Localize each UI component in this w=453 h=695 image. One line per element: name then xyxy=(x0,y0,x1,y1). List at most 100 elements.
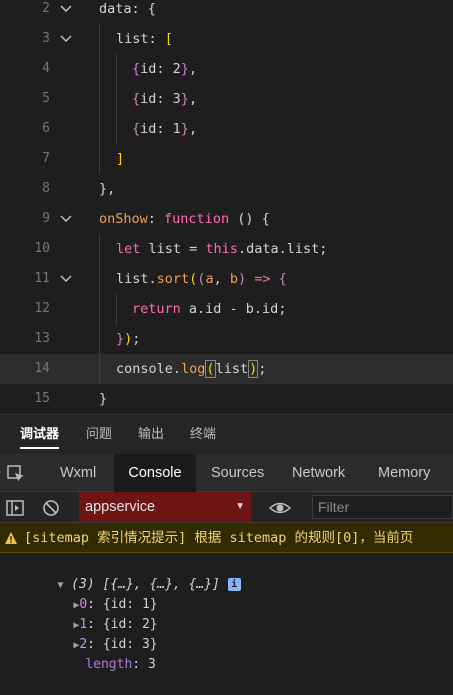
code-token: ; xyxy=(132,331,141,347)
code-line[interactable]: 8 }, xyxy=(0,174,453,204)
code-line[interactable]: 2 data: { xyxy=(0,0,453,24)
code-token: : xyxy=(147,211,165,227)
code-token: a xyxy=(205,271,214,287)
code-line[interactable]: 9 onShow: function () { xyxy=(0,204,453,234)
code-line[interactable]: 15 } xyxy=(0,384,453,414)
code-token: id xyxy=(140,91,157,107)
code-line[interactable]: 13 }); xyxy=(0,324,453,354)
code-token: this xyxy=(205,241,238,257)
line-number: 5 xyxy=(42,91,50,106)
array-length-row: length: 3 xyxy=(85,657,156,672)
code-token: ] xyxy=(116,151,125,167)
tab-console[interactable]: Console xyxy=(114,454,196,492)
code-token: : 1 xyxy=(156,121,181,137)
array-summary-row[interactable]: ▼ (3) [{…}, {…}, {…}] i xyxy=(26,555,241,592)
code-line[interactable]: 11 list.sort((a, b) => { xyxy=(0,264,453,294)
toggle-sidebar-icon[interactable] xyxy=(5,498,25,518)
context-select[interactable]: appservice ▼ xyxy=(79,492,251,522)
code-token: : { xyxy=(131,1,156,17)
inspect-element-icon[interactable] xyxy=(6,464,26,484)
code-token: } xyxy=(180,91,189,107)
code-token: { xyxy=(278,271,287,287)
line-number: 7 xyxy=(42,151,50,166)
indent-guide xyxy=(99,354,100,384)
tab-wxml[interactable]: Wxml xyxy=(60,454,96,492)
info-icon[interactable]: i xyxy=(227,578,241,591)
console-toolbar: appservice ▼ Filter xyxy=(0,492,453,523)
code-token: b xyxy=(229,271,238,287)
line-number: 15 xyxy=(34,391,50,406)
code-token: ) xyxy=(237,271,247,287)
indent-guide xyxy=(99,144,100,174)
fold-chevron-icon[interactable] xyxy=(60,3,72,15)
caret-down-icon: ▼ xyxy=(235,501,245,512)
tab-terminal[interactable]: 终端 xyxy=(190,415,216,455)
code-token: list = xyxy=(140,241,206,257)
code-token: id xyxy=(140,61,157,77)
line-number: 8 xyxy=(42,181,50,196)
code-token: : xyxy=(148,31,165,47)
warning-icon xyxy=(4,531,18,545)
fold-chevron-icon[interactable] xyxy=(60,273,72,285)
line-number: 6 xyxy=(42,121,50,136)
code-token: function xyxy=(164,211,230,227)
eye-icon[interactable] xyxy=(268,498,292,518)
code-token: }, xyxy=(99,181,116,197)
tab-network[interactable]: Network xyxy=(292,454,345,492)
code-token: ( xyxy=(205,360,216,378)
code-token: } xyxy=(180,121,189,137)
code-line[interactable]: 3 list: [ xyxy=(0,24,453,54)
console-warning-row[interactable]: [sitemap 索引情况提示] 根据 sitemap 的规则[0]，当前页 xyxy=(0,523,453,553)
tab-debugger[interactable]: 调试器 xyxy=(20,415,60,455)
filter-input[interactable]: Filter xyxy=(312,495,453,519)
line-number: 2 xyxy=(42,1,50,16)
array-item-row[interactable]: ▶0: {id: 1} xyxy=(42,575,157,612)
line-number: 3 xyxy=(42,31,50,46)
indent-guide xyxy=(116,114,117,144)
tab-memory[interactable]: Memory xyxy=(378,454,430,492)
code-line[interactable]: 4 {id: 2}, xyxy=(0,54,453,84)
code-token: sort xyxy=(156,271,190,287)
fold-chevron-icon[interactable] xyxy=(60,33,72,45)
code-token: list xyxy=(116,31,149,47)
code-line[interactable]: 7 ] xyxy=(0,144,453,174)
indent-guide xyxy=(116,294,117,324)
indent-guide xyxy=(116,84,117,114)
panel-tab-bar: 调试器 问题 输出 终端 xyxy=(0,414,453,454)
line-number: 12 xyxy=(34,301,50,316)
line-number: 11 xyxy=(34,271,50,286)
code-token: } xyxy=(116,331,125,347)
array-item-row[interactable]: ▶2: {id: 3} xyxy=(42,615,157,652)
code-line[interactable]: 10 let list = this.data.list; xyxy=(0,234,453,264)
indent-guide xyxy=(99,324,100,354)
code-token: () { xyxy=(229,211,270,227)
code-token: ; xyxy=(258,361,267,377)
code-line[interactable]: 12 return a.id - b.id; xyxy=(0,294,453,324)
indent-guide xyxy=(99,84,100,114)
code-token: data xyxy=(99,1,132,17)
indent-guide xyxy=(99,264,100,294)
indent-guide xyxy=(99,294,100,324)
code-line[interactable]: 6 {id: 1}, xyxy=(0,114,453,144)
indent-guide xyxy=(99,234,100,264)
line-number: 4 xyxy=(42,61,50,76)
code-token: ) xyxy=(248,360,259,378)
clear-console-icon[interactable] xyxy=(41,498,61,518)
code-line-active[interactable]: 14 console.log(list); xyxy=(0,354,453,384)
code-token: a.id - b.id; xyxy=(180,301,287,317)
tab-output[interactable]: 输出 xyxy=(138,415,164,455)
tab-problems[interactable]: 问题 xyxy=(86,415,112,455)
tab-sources[interactable]: Sources xyxy=(211,454,264,492)
code-token: log xyxy=(181,361,206,377)
fold-chevron-icon[interactable] xyxy=(60,213,72,225)
code-line[interactable]: 5 {id: 3}, xyxy=(0,84,453,114)
array-length-value: 3 xyxy=(147,657,156,672)
code-token: return xyxy=(132,301,181,317)
code-token: { xyxy=(132,91,141,107)
code-token: onShow xyxy=(99,211,148,227)
code-editor[interactable]: 2 data: { 3 list: [ 4 {id: 2}, 5 {id: 3}… xyxy=(0,0,453,414)
array-item-row[interactable]: ▶1: {id: 2} xyxy=(42,595,157,632)
indent-guide xyxy=(99,24,100,54)
array-length-key: length xyxy=(85,657,133,672)
code-token: , xyxy=(188,121,198,137)
